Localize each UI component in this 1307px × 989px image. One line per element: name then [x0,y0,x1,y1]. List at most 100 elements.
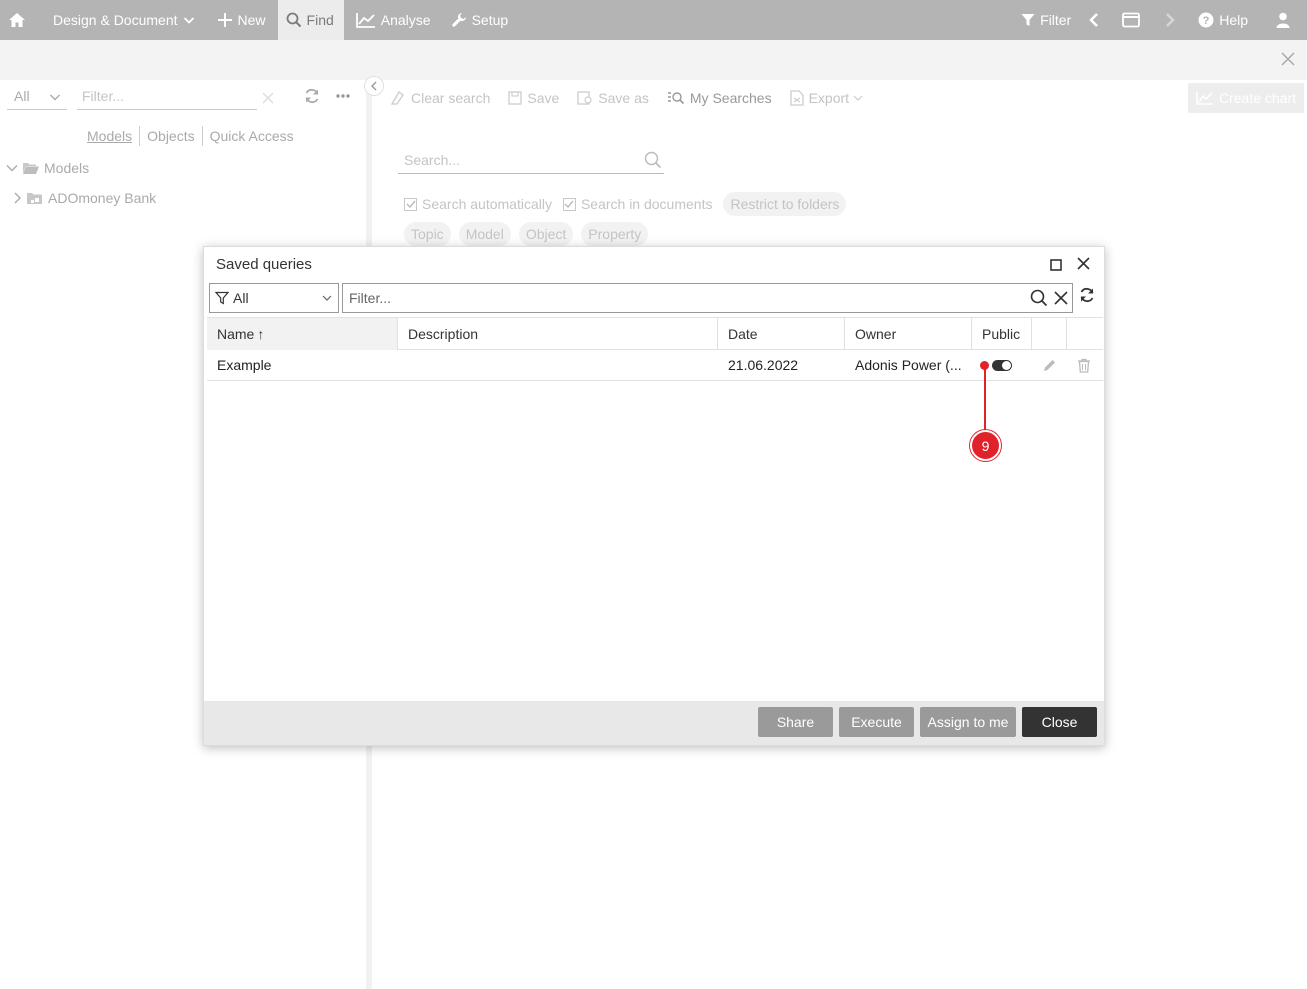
model-folder-icon [27,193,42,204]
cell-delete [1067,350,1103,381]
pill-object[interactable]: Object [518,222,574,246]
list-search-icon [667,92,684,105]
setup-menu[interactable]: Setup [439,0,517,40]
user-button[interactable] [1256,0,1307,40]
clear-filter-button[interactable] [262,91,274,107]
file-export-icon [789,90,804,106]
close-button[interactable]: Close [1022,707,1097,737]
new-label: New [237,12,266,28]
analyse-menu[interactable]: Analyse [344,0,439,40]
column-header-delete [1067,318,1103,350]
new-menu[interactable]: New [203,0,274,40]
search-input[interactable]: Search... [398,148,664,174]
column-header-description[interactable]: Description [398,318,718,350]
restrict-to-folders-button[interactable]: Restrict to folders [723,192,847,216]
create-chart-label: Create chart [1218,90,1297,106]
pencil-icon[interactable] [1042,358,1057,373]
saved-queries-dialog: Saved queries All Filter... Name ↑ Descr… [203,246,1105,746]
column-header-date[interactable]: Date [718,318,845,350]
annotation-badge: 9 [970,430,1001,461]
help-button[interactable]: ? Help [1192,0,1256,40]
chevron-right-icon [14,192,21,204]
tab-models[interactable]: Models [80,126,141,146]
find-menu[interactable]: Find [277,0,344,40]
navigator-more-button[interactable] [335,88,351,107]
navigator-tabs: Models Objects Quick Access [80,126,301,146]
top-navigation-bar: Design & Document New Find Analyse Setup… [0,0,1307,40]
close-search-button[interactable] [1281,52,1295,69]
user-icon [1276,12,1290,28]
my-searches-button[interactable]: My Searches [667,90,772,106]
save-icon [508,91,523,105]
dialog-close-button[interactable] [1077,257,1090,273]
search-in-documents-checkbox[interactable]: Search in documents [562,196,713,212]
filter-icon [215,291,229,305]
clear-search-button[interactable]: Clear search [390,90,490,106]
chevron-down-icon [183,17,194,24]
column-header-name[interactable]: Name ↑ [207,318,398,350]
chevron-down-icon [50,94,60,101]
tree-item-label: ADOmoney Bank [48,190,157,206]
window-icon [1122,12,1141,28]
navigator-type-select[interactable]: All [7,86,67,110]
annotation-line [984,365,986,433]
pill-property[interactable]: Property [581,222,649,246]
navigator-refresh-button[interactable] [304,88,320,107]
maximize-button[interactable] [1050,258,1062,274]
assign-to-me-button[interactable]: Assign to me [920,707,1016,737]
execute-button[interactable]: Execute [839,707,914,737]
column-header-edit [1032,318,1067,350]
pill-model[interactable]: Model [458,222,511,246]
tree-item-adomoney-bank[interactable]: ADOmoney Bank [12,190,156,206]
tree-item-models[interactable]: Models [6,160,89,176]
column-header-owner[interactable]: Owner [845,318,972,350]
export-button[interactable]: Export [789,90,868,106]
tree-item-label: Models [44,160,90,176]
window-button[interactable] [1114,0,1153,40]
save-as-button[interactable]: Save as [577,90,649,106]
search-in-documents-label: Search in documents [580,196,713,212]
tab-quick-access[interactable]: Quick Access [203,126,301,146]
column-header-public[interactable]: Public [972,318,1032,350]
search-options: Search automatically Search in documents… [404,192,854,216]
design-document-label: Design & Document [53,12,178,28]
query-scope-value: All [233,290,249,306]
save-button[interactable]: Save [508,90,559,106]
search-icon [644,151,662,169]
query-scope-select[interactable]: All [209,283,339,313]
saved-queries-table: Name ↑ Description Date Owner Public Exa… [207,317,1103,381]
navigator-filter-input[interactable]: Filter... [77,86,257,110]
tab-objects[interactable]: Objects [140,126,203,146]
chevron-left-icon [1089,13,1099,27]
export-label: Export [808,90,850,106]
chevron-down-icon [322,295,332,301]
create-chart-button[interactable]: Create chart [1188,83,1304,113]
query-filter-input[interactable]: Filter... [342,283,1073,313]
chevron-down-icon [853,95,863,101]
search-placeholder: Search... [404,152,461,168]
refresh-queries-button[interactable] [1079,287,1095,306]
my-searches-label: My Searches [689,90,772,106]
table-row[interactable]: Example 21.06.2022 Adonis Power (... [207,350,1103,381]
question-circle-icon: ? [1198,12,1214,28]
clear-search-label: Clear search [411,90,491,106]
share-button[interactable]: Share [758,707,833,737]
design-document-menu[interactable]: Design & Document [43,0,203,40]
folder-open-icon [23,163,39,174]
forward-button[interactable] [1153,0,1192,40]
trash-icon[interactable] [1077,358,1091,373]
query-filter-placeholder: Filter... [349,290,392,306]
home-button[interactable] [0,0,43,40]
filter-button[interactable]: Filter [1013,0,1079,40]
checkbox-box [404,197,417,211]
pill-topic[interactable]: Topic [404,222,451,246]
dialog-title: Saved queries [216,256,312,273]
search-automatically-checkbox[interactable]: Search automatically [404,196,552,212]
public-toggle[interactable] [992,359,1012,371]
cell-date: 21.06.2022 [728,357,799,373]
plus-icon [217,13,232,27]
back-button[interactable] [1079,0,1114,40]
close-icon[interactable] [1053,290,1069,306]
navigator-type-value: All [14,88,30,104]
close-icon [262,92,274,104]
